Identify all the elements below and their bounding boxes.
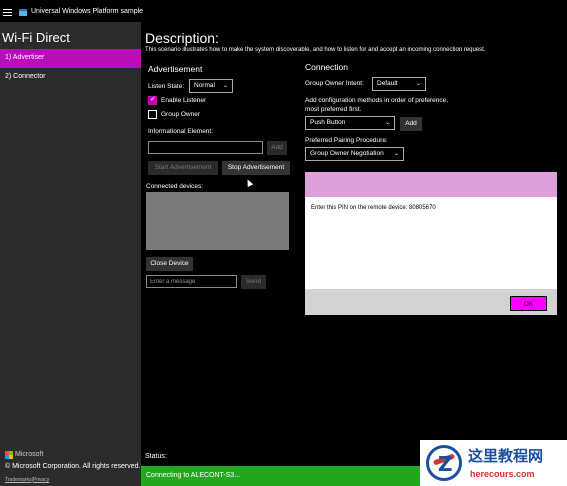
main-content: Description: This scenario illustrates h…: [141, 22, 567, 486]
watermark-logo-letter: Z: [438, 452, 453, 476]
watermark-url: herecours.com: [470, 469, 535, 479]
stop-advertisement-button[interactable]: Stop Advertisement: [222, 161, 290, 175]
app-icon: [19, 9, 27, 16]
pin-dialog: Enter this PIN on the remote device: 808…: [305, 172, 557, 315]
message-input[interactable]: [146, 275, 237, 288]
listen-state-select[interactable]: Normal ⌄: [189, 79, 233, 93]
legal-links: Trademarks|Privacy: [5, 477, 49, 483]
close-device-button[interactable]: Close Device: [146, 257, 193, 271]
pin-message: Enter this PIN on the remote device: 808…: [311, 205, 436, 211]
listen-state-label: Listen State:: [148, 83, 185, 90]
status-label: Status:: [145, 453, 167, 460]
connection-title: Connection: [305, 62, 349, 72]
connected-devices-label: Connected devices:: [146, 183, 204, 190]
start-advertisement-button[interactable]: Start Advertisement: [148, 161, 218, 175]
window-title: Universal Windows Platform sample: [31, 8, 144, 15]
sidebar-item-label: 2) Connector: [5, 73, 46, 80]
trademarks-link[interactable]: Trademarks: [5, 477, 32, 483]
chevron-down-icon: ⌄: [222, 83, 228, 89]
ok-button[interactable]: OK: [510, 296, 547, 311]
sidebar: Wi-Fi Direct 1) Advertiser 2) Connector …: [0, 22, 141, 486]
status-bar: Connecting to ALECONT-S3...: [141, 466, 421, 486]
group-owner-intent-select[interactable]: Default ⌄: [372, 77, 426, 91]
status-message: Connecting to ALECONT-S3...: [146, 472, 241, 479]
group-owner-label: Group Owner: [161, 111, 201, 118]
chevron-down-icon: ⌄: [415, 81, 421, 87]
send-button[interactable]: Send: [241, 275, 266, 289]
info-element-label: Informational Element:: [148, 128, 214, 135]
config-methods-label-line2: most preferred first.: [305, 106, 362, 113]
pairing-procedure-label: Preferred Pairing Procedure:: [305, 137, 388, 144]
chevron-down-icon: ⌄: [384, 120, 390, 126]
sidebar-item-label: 1) Advertiser: [5, 54, 45, 61]
microsoft-logo-icon: [5, 451, 13, 459]
copyright-text: © Microsoft Corporation. All rights rese…: [5, 463, 141, 470]
enable-listener-checkbox[interactable]: [148, 95, 157, 105]
watermark: Z 这里教程网 herecours.com: [420, 440, 567, 486]
group-owner-checkbox[interactable]: [148, 110, 157, 119]
sidebar-item-connector[interactable]: 2) Connector: [0, 68, 141, 87]
chevron-down-icon: ⌄: [393, 151, 399, 157]
config-method-add-button[interactable]: Add: [400, 117, 422, 131]
advertisement-title: Advertisement: [148, 64, 203, 74]
group-owner-intent-value: Default: [377, 80, 398, 87]
pairing-procedure-value: Group Owner Negotiation: [310, 150, 384, 157]
config-method-value: Push Button: [310, 119, 346, 126]
watermark-logo-icon: Z: [426, 445, 462, 481]
config-method-select[interactable]: Push Button ⌄: [305, 116, 395, 130]
info-element-input[interactable]: [148, 141, 263, 154]
info-element-add-button[interactable]: Add: [267, 141, 287, 155]
description-text: This scenario illustrates how to make th…: [145, 47, 486, 53]
privacy-link[interactable]: Privacy: [33, 477, 49, 483]
config-methods-label: Add configuration methods in order of pr…: [305, 97, 449, 104]
hamburger-menu-icon[interactable]: [3, 9, 12, 16]
sidebar-item-advertiser[interactable]: 1) Advertiser: [0, 49, 141, 68]
brand-name: Microsoft: [15, 451, 44, 458]
description-title: Description:: [145, 30, 219, 46]
enable-listener-label: Enable Listener: [161, 97, 207, 104]
title-bar: Universal Windows Platform sample: [0, 0, 567, 22]
dialog-header: [305, 172, 557, 197]
pairing-procedure-select[interactable]: Group Owner Negotiation ⌄: [305, 147, 404, 161]
mouse-cursor-icon: [244, 178, 254, 187]
sidebar-header: Wi-Fi Direct: [2, 30, 70, 45]
watermark-title: 这里教程网: [468, 447, 544, 465]
listen-state-value: Normal: [194, 82, 215, 89]
connected-devices-list[interactable]: [146, 192, 289, 250]
group-owner-intent-label: Group Owner Intent:: [305, 80, 364, 87]
